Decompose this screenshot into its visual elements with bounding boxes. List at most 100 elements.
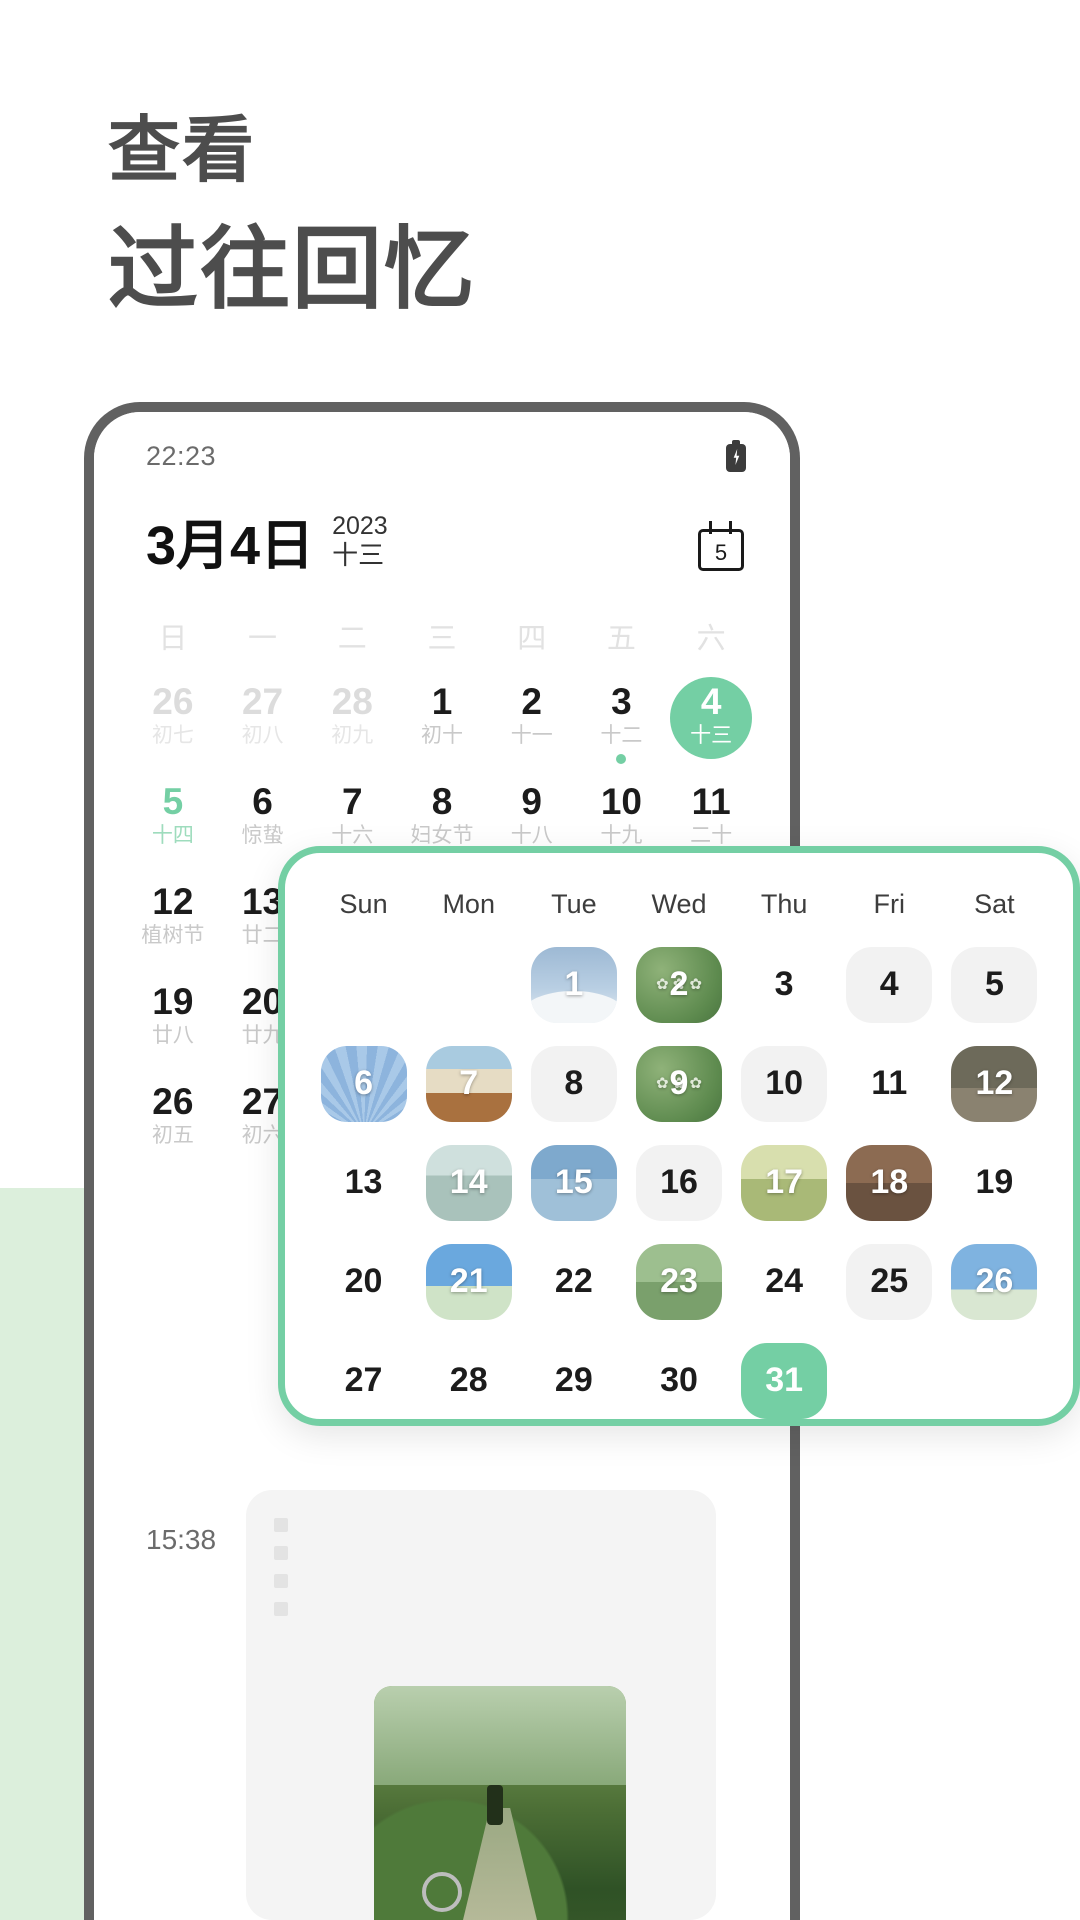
overlay-day-tile[interactable]: 8 [530, 1045, 617, 1122]
overlay-date-cell[interactable]: 23 [626, 1235, 731, 1328]
date-lunar-label: 惊蛰 [241, 824, 284, 848]
overlay-date-cell[interactable]: 5 [942, 938, 1047, 1031]
overlay-date-cell[interactable]: 22 [521, 1235, 626, 1328]
date-cell[interactable]: 2 十一 [487, 680, 577, 755]
overlay-date-cell[interactable]: 14 [416, 1136, 521, 1229]
overlay-photo-tile[interactable]: 9 [635, 1045, 722, 1122]
overlay-day-tile[interactable]: 20 [321, 1244, 407, 1320]
date-cell[interactable]: 10 十九 [577, 782, 667, 855]
overlay-photo-tile[interactable]: 15 [530, 1144, 617, 1221]
overlay-date-cell[interactable]: 21 [416, 1235, 521, 1328]
overlay-date-cell[interactable]: 17 [732, 1136, 837, 1229]
overlay-photo-tile[interactable]: 1 [530, 946, 617, 1023]
overlay-day-tile[interactable]: 27 [321, 1343, 407, 1419]
overlay-date-cell[interactable]: 8 [521, 1037, 626, 1130]
overlay-day-tile[interactable]: 10 [741, 1045, 828, 1122]
overlay-photo-tile[interactable]: 17 [741, 1144, 828, 1221]
overlay-weekday-label-6: Sat [974, 889, 1015, 919]
overlay-photo-tile[interactable]: 14 [425, 1144, 512, 1221]
overlay-date-cell[interactable]: 20 [311, 1235, 416, 1328]
date-cell[interactable]: 5 十四 [128, 780, 218, 855]
overlay-day-tile[interactable]: 24 [741, 1244, 827, 1320]
current-year-label: 2023 [332, 512, 388, 540]
overlay-day-tile[interactable]: 16 [635, 1144, 722, 1221]
date-cell[interactable]: 12 植树节 [128, 882, 218, 955]
date-cell[interactable]: 19 廿八 [128, 982, 218, 1055]
date-cell[interactable]: 9 十八 [487, 782, 577, 855]
overlay-date-number: 25 [870, 1262, 909, 1300]
overlay-date-cell[interactable]: 12 [942, 1037, 1047, 1130]
overlay-day-tile[interactable]: 3 [741, 947, 827, 1023]
overlay-date-cell[interactable]: 30 [626, 1334, 731, 1419]
overlay-date-cell[interactable]: 10 [732, 1037, 837, 1130]
overlay-day-tile[interactable]: 11 [846, 1046, 932, 1122]
overlay-day-tile[interactable]: 19 [951, 1145, 1037, 1221]
overlay-date-number: 12 [975, 1064, 1014, 1102]
overlay-date-cell[interactable]: 4 [837, 938, 942, 1031]
overlay-day-tile[interactable]: 25 [846, 1243, 933, 1320]
date-number: 5 [162, 780, 184, 822]
overlay-day-tile[interactable]: 30 [636, 1343, 722, 1419]
overlay-date-cell[interactable]: 27 [311, 1334, 416, 1419]
date-cell[interactable]: 1 初十 [397, 680, 487, 755]
date-cell[interactable]: 26 初五 [128, 1082, 218, 1155]
overlay-photo-tile[interactable]: 18 [846, 1144, 933, 1221]
overlay-day-tile[interactable]: 13 [321, 1145, 407, 1221]
overlay-date-cell[interactable]: 13 [311, 1136, 416, 1229]
overlay-weekday-label-0: Sun [339, 889, 388, 919]
date-cell[interactable]: 3 十二 [577, 682, 667, 764]
overlay-photo-tile[interactable]: 2 [635, 946, 722, 1023]
overlay-date-cell[interactable]: 25 [837, 1235, 942, 1328]
overlay-weekday-label-3: Wed [651, 889, 707, 919]
overlay-date-cell[interactable]: 19 [942, 1136, 1047, 1229]
overlay-day-tile[interactable]: 28 [426, 1343, 512, 1419]
overlay-day-tile[interactable]: 4 [846, 946, 933, 1023]
date-cell[interactable]: 11 二十 [666, 782, 756, 855]
overlay-date-cell[interactable]: 29 [521, 1334, 626, 1419]
overlay-date-number: 28 [449, 1361, 488, 1399]
overlay-date-cell[interactable]: 24 [732, 1235, 837, 1328]
date-cell[interactable]: 4 十三 [666, 676, 756, 759]
overlay-date-cell[interactable]: 28 [416, 1334, 521, 1419]
date-cell[interactable]: 28 初九 [307, 682, 397, 755]
overlay-date-number: 11 [871, 1064, 908, 1102]
overlay-day-tile[interactable]: 22 [531, 1244, 617, 1320]
note-card[interactable] [246, 1490, 716, 1920]
date-cell[interactable]: 6 惊蛰 [218, 782, 308, 855]
overlay-photo-tile[interactable]: 26 [951, 1243, 1038, 1320]
overlay-date-cell[interactable]: 31 [732, 1334, 837, 1419]
calendar-icon[interactable]: 5 [698, 520, 746, 571]
overlay-date-cell[interactable]: 16 [626, 1136, 731, 1229]
date-lunar-label: 初九 [331, 724, 374, 748]
overlay-date-cell[interactable]: 18 [837, 1136, 942, 1229]
overlay-day-tile[interactable]: 31 [741, 1342, 828, 1419]
overlay-date-cell[interactable]: 15 [521, 1136, 626, 1229]
overlay-day-tile[interactable]: 5 [951, 946, 1038, 1023]
current-lunar-label: 十三 [332, 539, 385, 570]
date-number: 2 [521, 680, 542, 722]
status-time: 22:23 [146, 440, 217, 471]
overlay-date-cell[interactable]: 3 [732, 938, 837, 1031]
date-meta: 2023 十三 [332, 512, 388, 571]
overlay-photo-tile[interactable]: 6 [320, 1045, 407, 1122]
note-text-placeholder [274, 1518, 288, 1630]
overlay-photo-tile[interactable]: 12 [951, 1045, 1038, 1122]
date-cell[interactable]: 8 妇女节 [397, 782, 487, 855]
overlay-date-number: 3 [774, 965, 794, 1003]
date-cell[interactable]: 27 初八 [218, 682, 308, 755]
overlay-photo-tile[interactable]: 23 [635, 1243, 722, 1320]
overlay-date-cell[interactable]: 7 [416, 1037, 521, 1130]
overlay-photo-tile[interactable]: 21 [425, 1243, 512, 1320]
overlay-date-cell[interactable]: 6 [311, 1037, 416, 1130]
overlay-photo-tile[interactable]: 7 [425, 1045, 512, 1122]
overlay-day-tile[interactable]: 29 [531, 1343, 617, 1419]
overlay-date-cell[interactable]: 26 [942, 1235, 1047, 1328]
date-cell[interactable]: 7 十六 [307, 782, 397, 855]
note-photo-thumbnail[interactable] [374, 1686, 626, 1920]
date-number: 1 [431, 680, 453, 722]
overlay-date-cell[interactable]: 11 [837, 1037, 942, 1130]
date-cell[interactable]: 26 初七 [128, 682, 218, 755]
overlay-date-cell[interactable]: 9 [626, 1037, 731, 1130]
overlay-date-cell[interactable]: 2 [626, 938, 731, 1031]
overlay-date-cell[interactable]: 1 [521, 938, 626, 1031]
